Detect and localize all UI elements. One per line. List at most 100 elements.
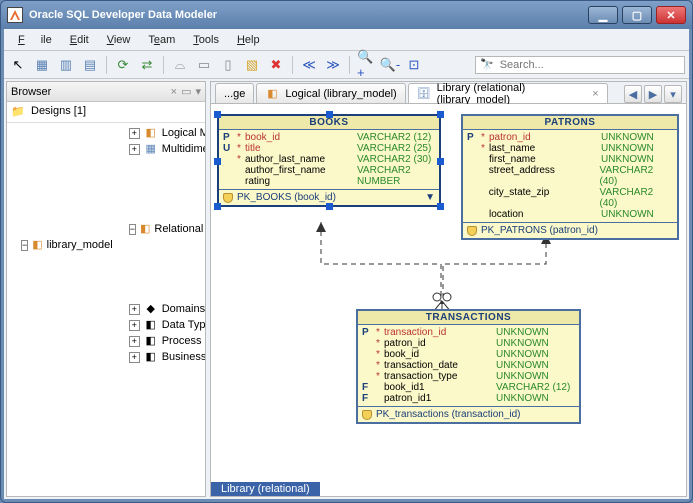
tree-business[interactable]: Business Information xyxy=(162,349,205,365)
panel-minimize-icon[interactable]: ▭ xyxy=(181,85,191,98)
relational-icon: ◧ xyxy=(140,222,150,236)
panel-menu-icon[interactable]: ▾ xyxy=(195,85,201,98)
new-view-button[interactable]: ▥ xyxy=(56,55,76,75)
tab-scroll-right[interactable]: ▶ xyxy=(644,85,662,103)
tree-logical[interactable]: Logical Model xyxy=(162,125,205,141)
column-row[interactable]: author_first_nameVARCHAR2 xyxy=(223,165,435,176)
entity-patrons-title: PATRONS xyxy=(463,116,677,130)
column-row[interactable]: *last_nameUNKNOWN xyxy=(467,143,673,154)
nav-last-button[interactable]: ≫ xyxy=(323,55,343,75)
column-row[interactable]: city_state_zipVARCHAR2 (40) xyxy=(467,187,673,209)
browser-panel: Browser × ▭ ▾ 📁 Designs [1] −◧library_mo… xyxy=(6,81,206,497)
tree-library-model[interactable]: library_model xyxy=(47,237,113,253)
business-icon: ◧ xyxy=(144,350,158,364)
fit-button[interactable]: ⊡ xyxy=(404,55,424,75)
column-row[interactable]: *transaction_typeUNKNOWN xyxy=(362,371,575,382)
column-row[interactable]: U*titleVARCHAR2 (25) xyxy=(223,143,435,154)
menu-view[interactable]: View xyxy=(99,32,139,48)
panel-close-icon[interactable]: × xyxy=(171,86,177,98)
column-row[interactable]: P*patron_idUNKNOWN xyxy=(467,132,673,143)
tree-multi[interactable]: Multidimensional Models xyxy=(162,141,205,157)
tab-scroll-left[interactable]: ◀ xyxy=(624,85,642,103)
menu-edit[interactable]: Edit xyxy=(62,32,97,48)
note-button[interactable]: ▭ xyxy=(194,55,214,75)
maximize-button[interactable]: ▢ xyxy=(622,6,652,24)
model-icon: ◧ xyxy=(32,238,42,252)
toolbar: ↖ ▦ ▥ ▤ ⟳ ⇄ ⌓ ▭ ▯ ▧ ✖ ≪ ≫ 🔍+ 🔍- ⊡ 🔭 xyxy=(4,51,689,79)
editor-tabbar: ...ge ◧ Logical (library_model) 🗄 Librar… xyxy=(211,82,686,104)
column-row[interactable]: *patron_idUNKNOWN xyxy=(362,338,575,349)
convert-button[interactable]: ⟳ xyxy=(113,55,133,75)
diagram-footer-tab[interactable]: Library (relational) xyxy=(211,482,320,496)
diagram-panel: ...ge ◧ Logical (library_model) 🗄 Librar… xyxy=(210,81,687,497)
key-icon xyxy=(223,193,233,203)
entity-patrons-pk: PK_PATRONS (patron_id) xyxy=(481,225,598,236)
column-row[interactable]: *book_idUNKNOWN xyxy=(362,349,575,360)
logical-tab-icon: ◧ xyxy=(265,87,279,101)
column-row[interactable]: P*book_idVARCHAR2 (12) xyxy=(223,132,435,143)
close-button[interactable]: ✕ xyxy=(656,6,686,24)
tab-relational[interactable]: 🗄 Library (relational) (library_model) × xyxy=(408,83,608,103)
column-row[interactable]: first_nameUNKNOWN xyxy=(467,154,673,165)
folder-icon: 📁 xyxy=(11,104,25,118)
zoom-out-button[interactable]: 🔍- xyxy=(380,55,400,75)
logical-icon: ◧ xyxy=(144,126,158,140)
menu-tools[interactable]: Tools xyxy=(185,32,227,48)
delete-button[interactable]: ✖ xyxy=(266,55,286,75)
process-icon: ◧ xyxy=(144,334,158,348)
menu-file[interactable]: File xyxy=(10,32,60,48)
box-button[interactable]: ▧ xyxy=(242,55,262,75)
app-icon xyxy=(7,7,23,23)
new-table-button[interactable]: ▦ xyxy=(32,55,52,75)
pointer-tool-button[interactable]: ↖ xyxy=(8,55,28,75)
browser-tree[interactable]: −◧library_model +◧Logical Model +▦Multid… xyxy=(7,123,205,496)
arc-button[interactable]: ⌓ xyxy=(170,55,190,75)
entity-trans-pk: PK_transactions (transaction_id) xyxy=(376,409,521,420)
column-row[interactable]: ratingNUMBER xyxy=(223,176,435,187)
nav-first-button[interactable]: ≪ xyxy=(299,55,319,75)
column-row[interactable]: locationUNKNOWN xyxy=(467,209,673,220)
window-title: Oracle SQL Developer Data Modeler xyxy=(29,9,588,21)
column-row[interactable]: Fpatron_id1UNKNOWN xyxy=(362,393,575,404)
tab-logical[interactable]: ◧ Logical (library_model) xyxy=(256,83,405,103)
search-box[interactable]: 🔭 xyxy=(475,56,685,74)
browser-title: Browser xyxy=(11,86,51,98)
tab-startpage[interactable]: ...ge xyxy=(215,83,254,103)
titlebar: Oracle SQL Developer Data Modeler ▁ ▢ ✕ xyxy=(1,1,692,29)
region-button[interactable]: ▯ xyxy=(218,55,238,75)
tab-close-icon[interactable]: × xyxy=(592,88,598,100)
key-icon xyxy=(362,410,372,420)
entity-trans-title: TRANSACTIONS xyxy=(358,311,579,325)
minimize-button[interactable]: ▁ xyxy=(588,6,618,24)
relational-tab-icon: 🗄 xyxy=(417,87,431,101)
column-row[interactable]: street_addressVARCHAR2 (40) xyxy=(467,165,673,187)
designs-label[interactable]: Designs [1] xyxy=(31,105,86,117)
entity-transactions[interactable]: TRANSACTIONS P*transaction_idUNKNOWN*pat… xyxy=(356,309,581,424)
entity-books-pk: PK_BOOKS (book_id) xyxy=(237,192,336,203)
tree-datatypes[interactable]: Data Types Model xyxy=(162,317,205,333)
tree-process[interactable]: Process Model xyxy=(162,333,205,349)
entity-patrons[interactable]: PATRONS P*patron_idUNKNOWN*last_nameUNKN… xyxy=(461,114,679,240)
key-icon xyxy=(467,226,477,236)
column-row[interactable]: *author_last_nameVARCHAR2 (30) xyxy=(223,154,435,165)
domains-icon: ◆ xyxy=(144,302,158,316)
tree-domains[interactable]: Domains [1] xyxy=(162,301,205,317)
search-input[interactable] xyxy=(498,58,680,72)
column-row[interactable]: P*transaction_idUNKNOWN xyxy=(362,327,575,338)
multi-icon: ▦ xyxy=(144,142,158,156)
column-row[interactable]: Fbook_id1VARCHAR2 (12) xyxy=(362,382,575,393)
engineer-button[interactable]: ⇄ xyxy=(137,55,157,75)
menubar: File Edit View Team Tools Help xyxy=(4,29,689,51)
binoculars-icon: 🔭 xyxy=(480,58,494,71)
entity-books[interactable]: BOOKS P*book_idVARCHAR2 (12)U*titleVARCH… xyxy=(217,114,441,207)
entity-books-title: BOOKS xyxy=(219,116,439,130)
menu-team[interactable]: Team xyxy=(140,32,183,48)
zoom-in-button[interactable]: 🔍+ xyxy=(356,55,376,75)
diagram-canvas[interactable]: BOOKS P*book_idVARCHAR2 (12)U*titleVARCH… xyxy=(211,104,686,496)
tab-list-button[interactable]: ▾ xyxy=(664,85,682,103)
datatypes-icon: ◧ xyxy=(144,318,158,332)
menu-help[interactable]: Help xyxy=(229,32,268,48)
new-fk-button[interactable]: ▤ xyxy=(80,55,100,75)
column-row[interactable]: *transaction_dateUNKNOWN xyxy=(362,360,575,371)
tree-relational[interactable]: Relational Models [1] xyxy=(154,221,205,237)
